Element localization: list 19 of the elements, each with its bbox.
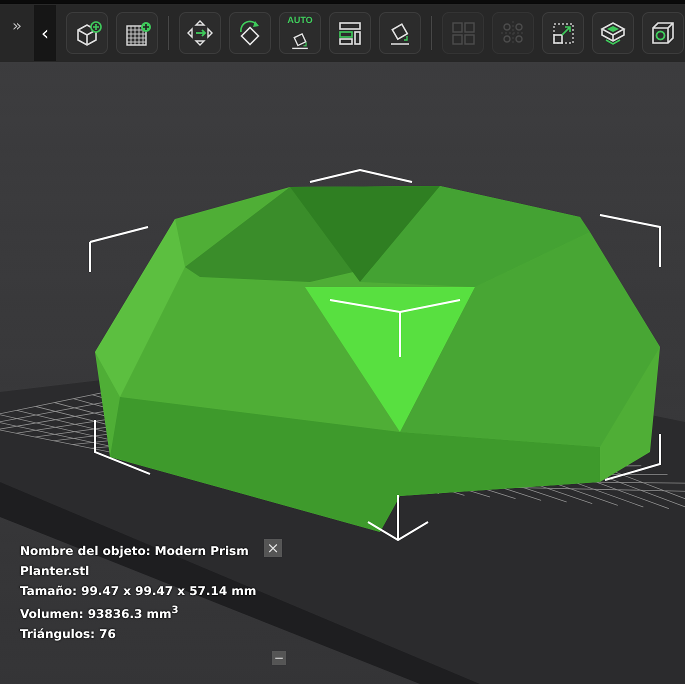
toolbar-button[interactable] xyxy=(229,12,271,54)
object-info-text: Tamaño: 99.47 x 99.47 x 57.14 mm xyxy=(20,583,258,600)
object-info-text: Volumen: 93836.3 mm$^{3}$ xyxy=(20,604,180,623)
object-info-text: Triángulos: 76 xyxy=(20,626,117,643)
expand-button[interactable]: » xyxy=(0,16,34,50)
toolbar-button[interactable] xyxy=(379,12,421,54)
toolbar-button[interactable]: AUTO xyxy=(279,12,321,54)
toolbar-button[interactable] xyxy=(642,12,684,54)
minimize-button[interactable]: − xyxy=(272,651,286,665)
toolbar-button[interactable] xyxy=(592,12,634,54)
toolbar-button[interactable] xyxy=(542,12,584,54)
move-arrows-icon xyxy=(185,18,215,48)
collapse-button[interactable]: ‹ xyxy=(34,5,56,61)
close-button[interactable]: × xyxy=(264,539,282,557)
toolbar-button[interactable] xyxy=(66,12,108,54)
toolbar-button[interactable] xyxy=(179,12,221,54)
toolbar-button[interactable] xyxy=(329,12,371,54)
toolbar-button[interactable] xyxy=(116,12,158,54)
object-info-text: Nombre del objeto: Modern Prism Planter.stl xyxy=(20,543,250,580)
